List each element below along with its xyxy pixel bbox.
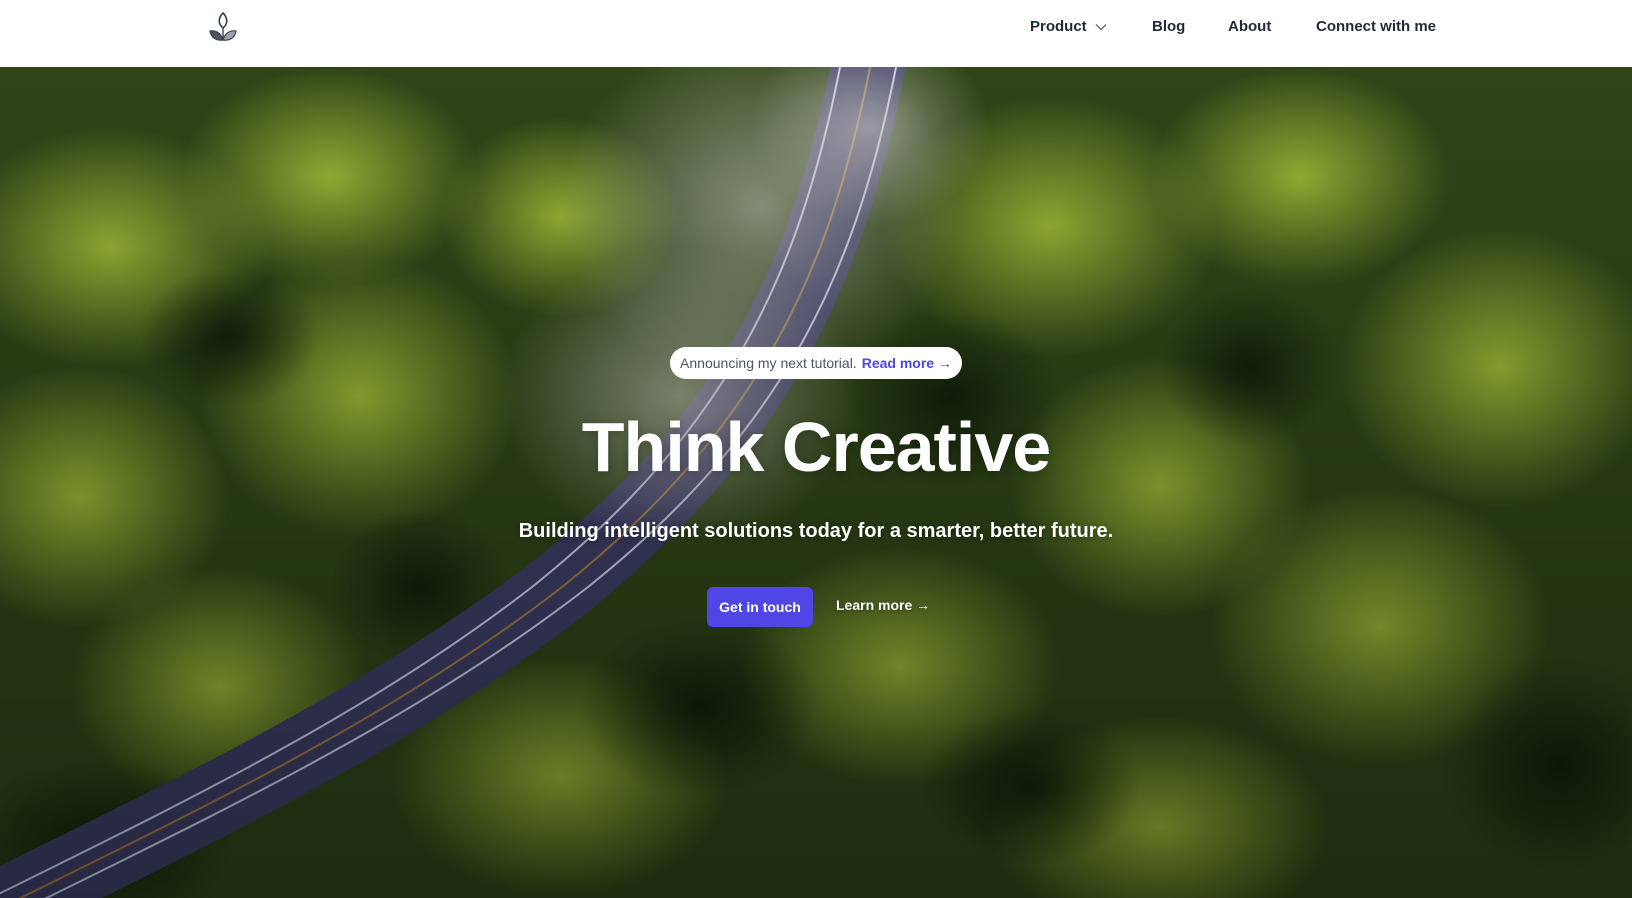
- announcement-read-more-link[interactable]: Read more →: [862, 355, 952, 371]
- leaf-sprout-icon[interactable]: [208, 11, 238, 43]
- learn-more-link[interactable]: Learn more →: [836, 597, 930, 613]
- site-header: Product Blog About Connect with me: [0, 0, 1632, 67]
- announcement-badge: Announcing my next tutorial. Read more →: [670, 347, 962, 379]
- get-in-touch-button[interactable]: Get in touch: [707, 587, 813, 627]
- hero-content: Announcing my next tutorial. Read more →…: [0, 67, 1632, 898]
- page-title: Think Creative: [581, 408, 1051, 486]
- nav-item-about[interactable]: About: [1228, 18, 1271, 35]
- nav-item-product[interactable]: Product: [1030, 18, 1107, 35]
- nav-item-product-label: Product: [1030, 18, 1087, 35]
- hero-section: Announcing my next tutorial. Read more →…: [0, 67, 1632, 898]
- announcement-text: Announcing my next tutorial.: [680, 355, 857, 371]
- hero-subtitle: Building intelligent solutions today for…: [518, 520, 1114, 542]
- nav-item-connect[interactable]: Connect with me: [1316, 18, 1436, 35]
- chevron-down-icon: [1095, 23, 1107, 31]
- nav-item-blog[interactable]: Blog: [1152, 18, 1185, 35]
